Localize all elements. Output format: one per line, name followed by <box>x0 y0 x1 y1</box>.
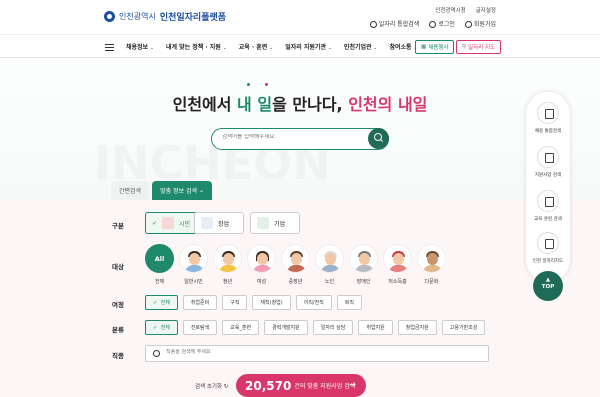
font-setting-link[interactable]: 글자설정 <box>476 6 496 14</box>
job-event-button[interactable]: ▦ 채용행사 <box>415 40 455 54</box>
field-chip[interactable]: 창업금지원 <box>397 320 437 335</box>
accent-dot <box>265 83 268 86</box>
situation-chip[interactable]: 전체 <box>145 295 178 310</box>
target-low-income[interactable]: 저소득층 <box>383 244 412 285</box>
situation-chips: 전체 취업준비 구직 재직(창업) 이직/전직 퇴직 <box>145 295 363 310</box>
situation-label: 여정 <box>112 301 124 309</box>
job-label: 직종 <box>112 352 124 360</box>
reset-button[interactable]: 검색 초기화 ↻ <box>195 382 228 390</box>
startup-icon <box>201 217 213 229</box>
field-chip[interactable]: 교육_훈련 <box>222 320 260 335</box>
top-links: 인천광역시청 글자설정 <box>435 6 496 14</box>
situation-chip[interactable]: 재직(창업) <box>252 295 291 310</box>
nav-item-policy[interactable]: 내게 맞는 정책 · 지원 <box>166 42 227 51</box>
signup-link[interactable]: 회원가입 <box>464 19 496 28</box>
result-count: 20,570 <box>245 378 292 393</box>
utility-links: 일자리 통합검색 로그인 회원가입 <box>369 19 496 28</box>
field-chip[interactable]: 취업지원 <box>358 320 393 335</box>
job-search-input[interactable] <box>166 349 466 355</box>
search-tabs: 간편검색 맞춤 정보 검색 ⌄ <box>111 181 212 200</box>
target-youth[interactable]: 청년 <box>213 244 242 285</box>
field-chip[interactable]: 고용기반조성 <box>441 320 486 335</box>
user-icon <box>464 21 472 28</box>
nav-item-companies[interactable]: 인천기업관 <box>344 42 378 51</box>
category-label: 구분 <box>112 222 124 230</box>
quick-job-map[interactable]: 인천 일자리지도 <box>526 232 570 264</box>
nav-item-participation[interactable]: 참여소통 <box>389 42 417 51</box>
citizen-icon <box>162 217 175 229</box>
top-header: 인천광역시 인천일자리플랫폼 인천광역시청 글자설정 일자리 통합검색 로그인 … <box>0 0 600 34</box>
situation-chip[interactable]: 구직 <box>222 295 248 310</box>
tab-custom-search[interactable]: 맞춤 정보 검색 ⌄ <box>152 181 212 200</box>
lock-icon <box>429 21 437 28</box>
target-label: 대상 <box>112 263 124 271</box>
chevron-up-icon: ▲ <box>545 277 551 283</box>
nav-item-education[interactable]: 교육 · 훈련 <box>239 42 273 51</box>
refresh-icon: ↻ <box>223 384 229 390</box>
target-multicultural[interactable]: 다문화 <box>417 244 446 285</box>
field-chips: 전체 진로탐색 교육_훈련 경력개발지원 일자리 상담 취업지원 창업금지원 고… <box>145 320 486 335</box>
result-label: 건의 맞춤 지원사업 검색 <box>294 383 356 390</box>
situation-chip[interactable]: 취업준비 <box>182 295 218 310</box>
calendar-icon: ▦ <box>421 44 427 50</box>
book-icon <box>537 190 559 212</box>
situation-chip[interactable]: 이직/전직 <box>295 295 332 310</box>
category-startup-button[interactable]: 창업 <box>194 212 244 234</box>
integrated-search-link[interactable]: 일자리 통합검색 <box>369 19 419 28</box>
site-logo[interactable]: 인천광역시 인천일자리플랫폼 <box>104 10 226 23</box>
target-disabled[interactable]: 장애인 <box>349 244 378 285</box>
target-elderly[interactable]: 노인 <box>315 244 344 285</box>
map-pin-icon <box>537 232 559 254</box>
quick-support-search[interactable]: 지원사업 검색 <box>526 146 570 178</box>
menu-icon[interactable] <box>105 44 114 51</box>
quick-education-search[interactable]: 교육 훈련 검색 <box>526 190 570 222</box>
platform-name: 인천일자리플랫폼 <box>159 13 227 23</box>
main-nav: 채용정보 내게 맞는 정책 · 지원 교육 · 훈련 일자리 지원기관 인천기업… <box>0 34 600 58</box>
city-hall-link[interactable]: 인천광역시청 <box>435 6 465 14</box>
building-icon <box>257 217 269 229</box>
field-chip[interactable]: 진로탐색 <box>182 320 218 335</box>
city-name: 인천광역시 <box>119 12 156 21</box>
nav-menu: 채용정보 내게 맞는 정책 · 지원 교육 · 훈련 일자리 지원기관 인천기업… <box>126 42 418 51</box>
situation-chip[interactable]: 퇴직 <box>336 295 363 310</box>
briefcase-icon <box>537 102 559 124</box>
category-citizen-button[interactable]: ✓ 시민 <box>145 212 198 234</box>
job-search <box>145 345 489 362</box>
tab-simple-search[interactable]: 간편검색 <box>111 181 150 200</box>
search-icon <box>153 350 160 357</box>
target-women[interactable]: 여성 <box>247 244 276 285</box>
target-all[interactable]: All 전체 <box>145 244 174 285</box>
hero-headline: 인천에서 내 일을 만나다, 인천의 내일 <box>172 95 428 114</box>
field-label: 분류 <box>112 326 124 334</box>
arrow-right-icon: → <box>349 380 356 389</box>
field-chip[interactable]: 경력개발지원 <box>264 320 308 335</box>
quick-menu: 채용 통합검색 지원사업 검색 교육 훈련 검색 인천 일자리지도 <box>526 92 570 282</box>
search-icon <box>369 21 377 28</box>
field-chip[interactable]: 전체 <box>145 320 178 335</box>
main-search <box>211 128 389 150</box>
job-map-button[interactable]: ⚲ 일자리 지도 <box>456 40 502 54</box>
map-pin-icon: ⚲ <box>462 44 467 50</box>
field-chip[interactable]: 일자리 상담 <box>312 320 354 335</box>
document-search-icon <box>537 146 559 168</box>
target-general-citizen[interactable]: 일반시민 <box>179 244 208 285</box>
login-link[interactable]: 로그인 <box>429 19 455 28</box>
category-company-button[interactable]: 기업 <box>250 212 300 234</box>
nav-item-agencies[interactable]: 일자리 지원기관 <box>285 42 332 51</box>
nav-item-jobs[interactable]: 채용정보 <box>126 42 154 51</box>
accent-dot <box>247 83 250 86</box>
target-options: All 전체 일반시민 청년 여성 중장년 노인 장애인 저소득층 다문화 <box>145 244 446 285</box>
target-middle-aged[interactable]: 중장년 <box>281 244 310 285</box>
results-search-button[interactable]: 20,570 건의 맞춤 지원사업 검색 → <box>236 374 366 397</box>
city-emblem-icon <box>104 11 115 22</box>
top-button[interactable]: ▲ TOP <box>533 271 563 301</box>
quick-job-search[interactable]: 채용 통합검색 <box>526 102 570 134</box>
search-button[interactable] <box>368 128 389 149</box>
main-search-input[interactable] <box>222 134 372 140</box>
